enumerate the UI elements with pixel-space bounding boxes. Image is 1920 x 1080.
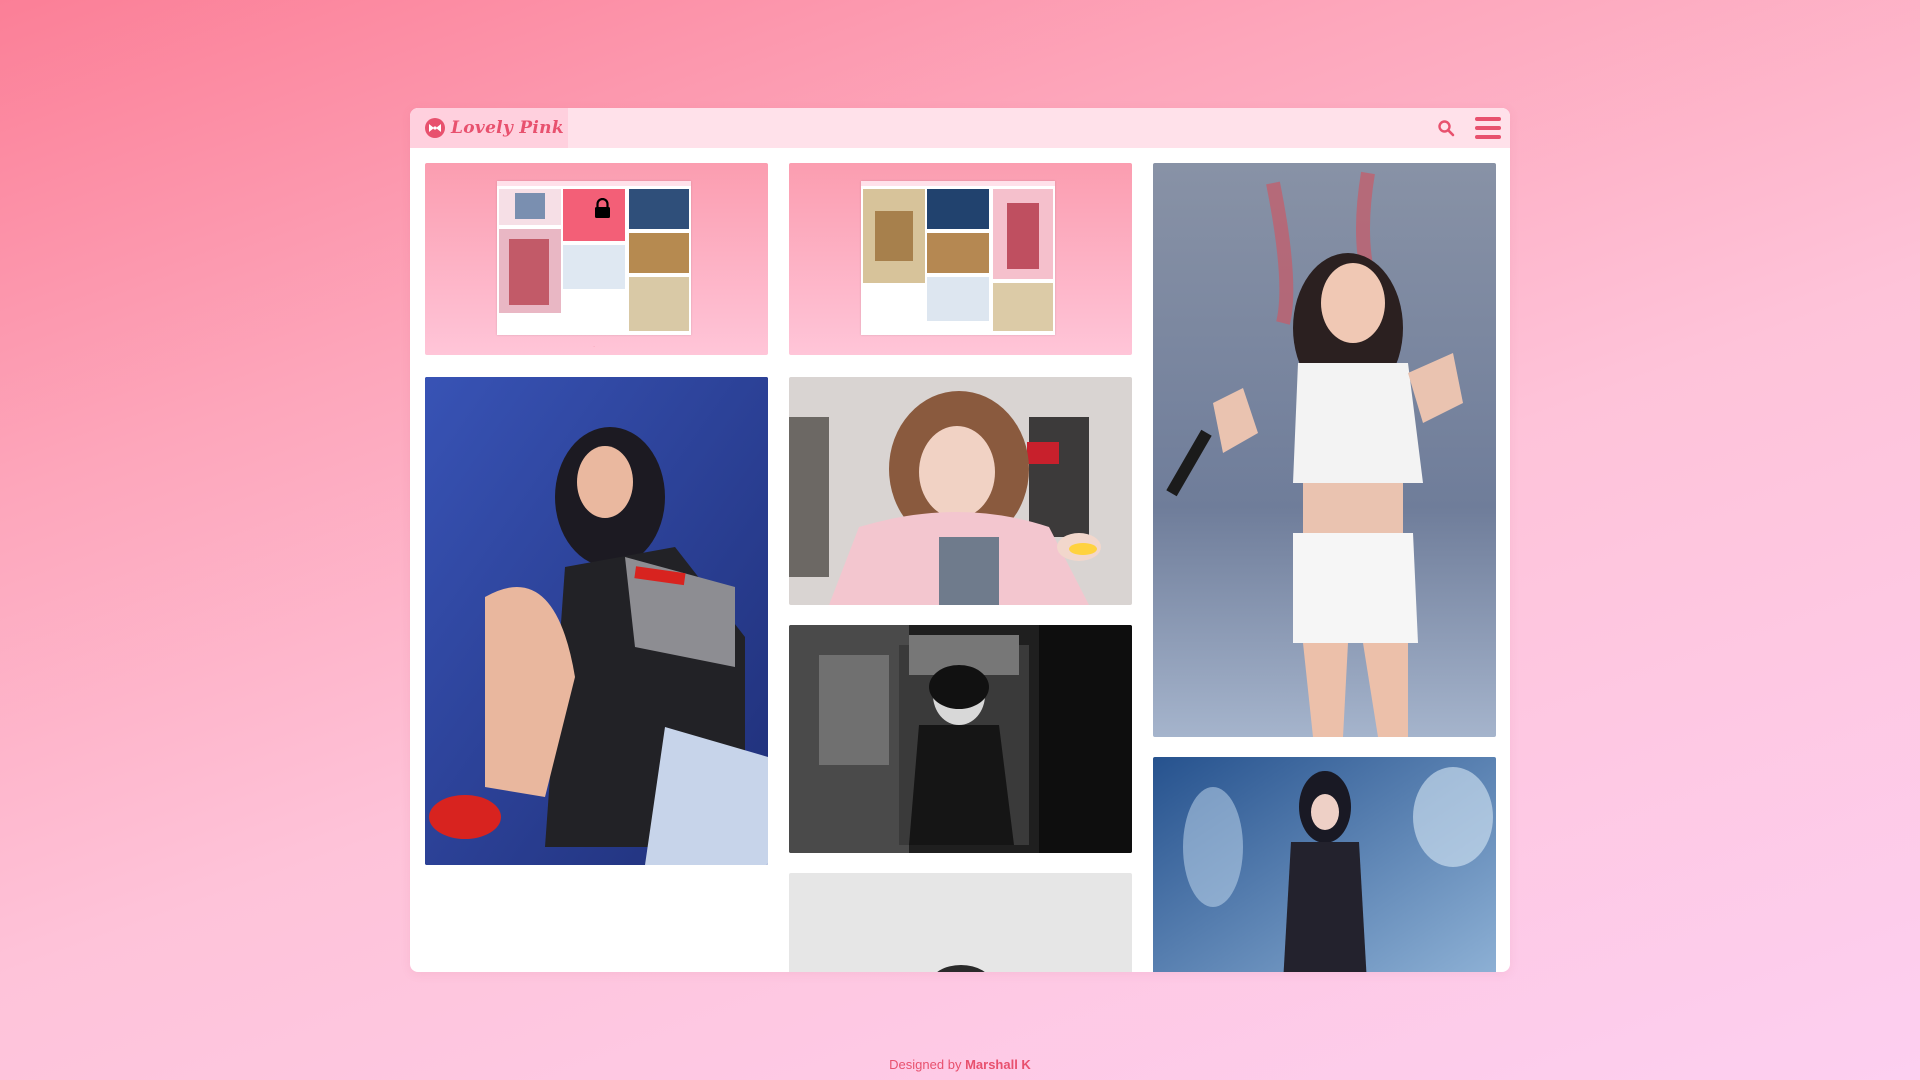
preview-thumbnail: · <box>497 181 691 349</box>
brand-title: Lovely Pink <box>451 118 564 138</box>
footer-author-link[interactable]: Marshall K <box>965 1057 1031 1072</box>
search-icon[interactable] <box>1437 119 1455 137</box>
gallery-tile-screenshot-2[interactable] <box>789 163 1132 355</box>
lock-icon <box>595 198 610 218</box>
hamburger-menu-icon[interactable] <box>1475 117 1501 139</box>
top-bar: Lovely Pink <box>410 108 1510 148</box>
footer-credit: Designed by Marshall K <box>0 1057 1920 1072</box>
gallery-photo-4[interactable] <box>789 873 1132 972</box>
gallery-photo-3[interactable] <box>789 625 1132 853</box>
bow-logo-icon <box>425 118 445 138</box>
footer-prefix: Designed by <box>889 1057 962 1072</box>
gallery-photo-2[interactable] <box>789 377 1132 605</box>
gallery-photo-6[interactable] <box>1153 757 1496 972</box>
brand-logo[interactable]: Lovely Pink <box>410 108 568 148</box>
preview-thumbnail <box>861 181 1055 335</box>
gallery-tile-screenshot-1[interactable]: · <box>425 163 768 355</box>
app-window: Lovely Pink · <box>410 108 1510 972</box>
gallery-photo-5[interactable] <box>1153 163 1496 737</box>
gallery-photo-1[interactable] <box>425 377 768 865</box>
